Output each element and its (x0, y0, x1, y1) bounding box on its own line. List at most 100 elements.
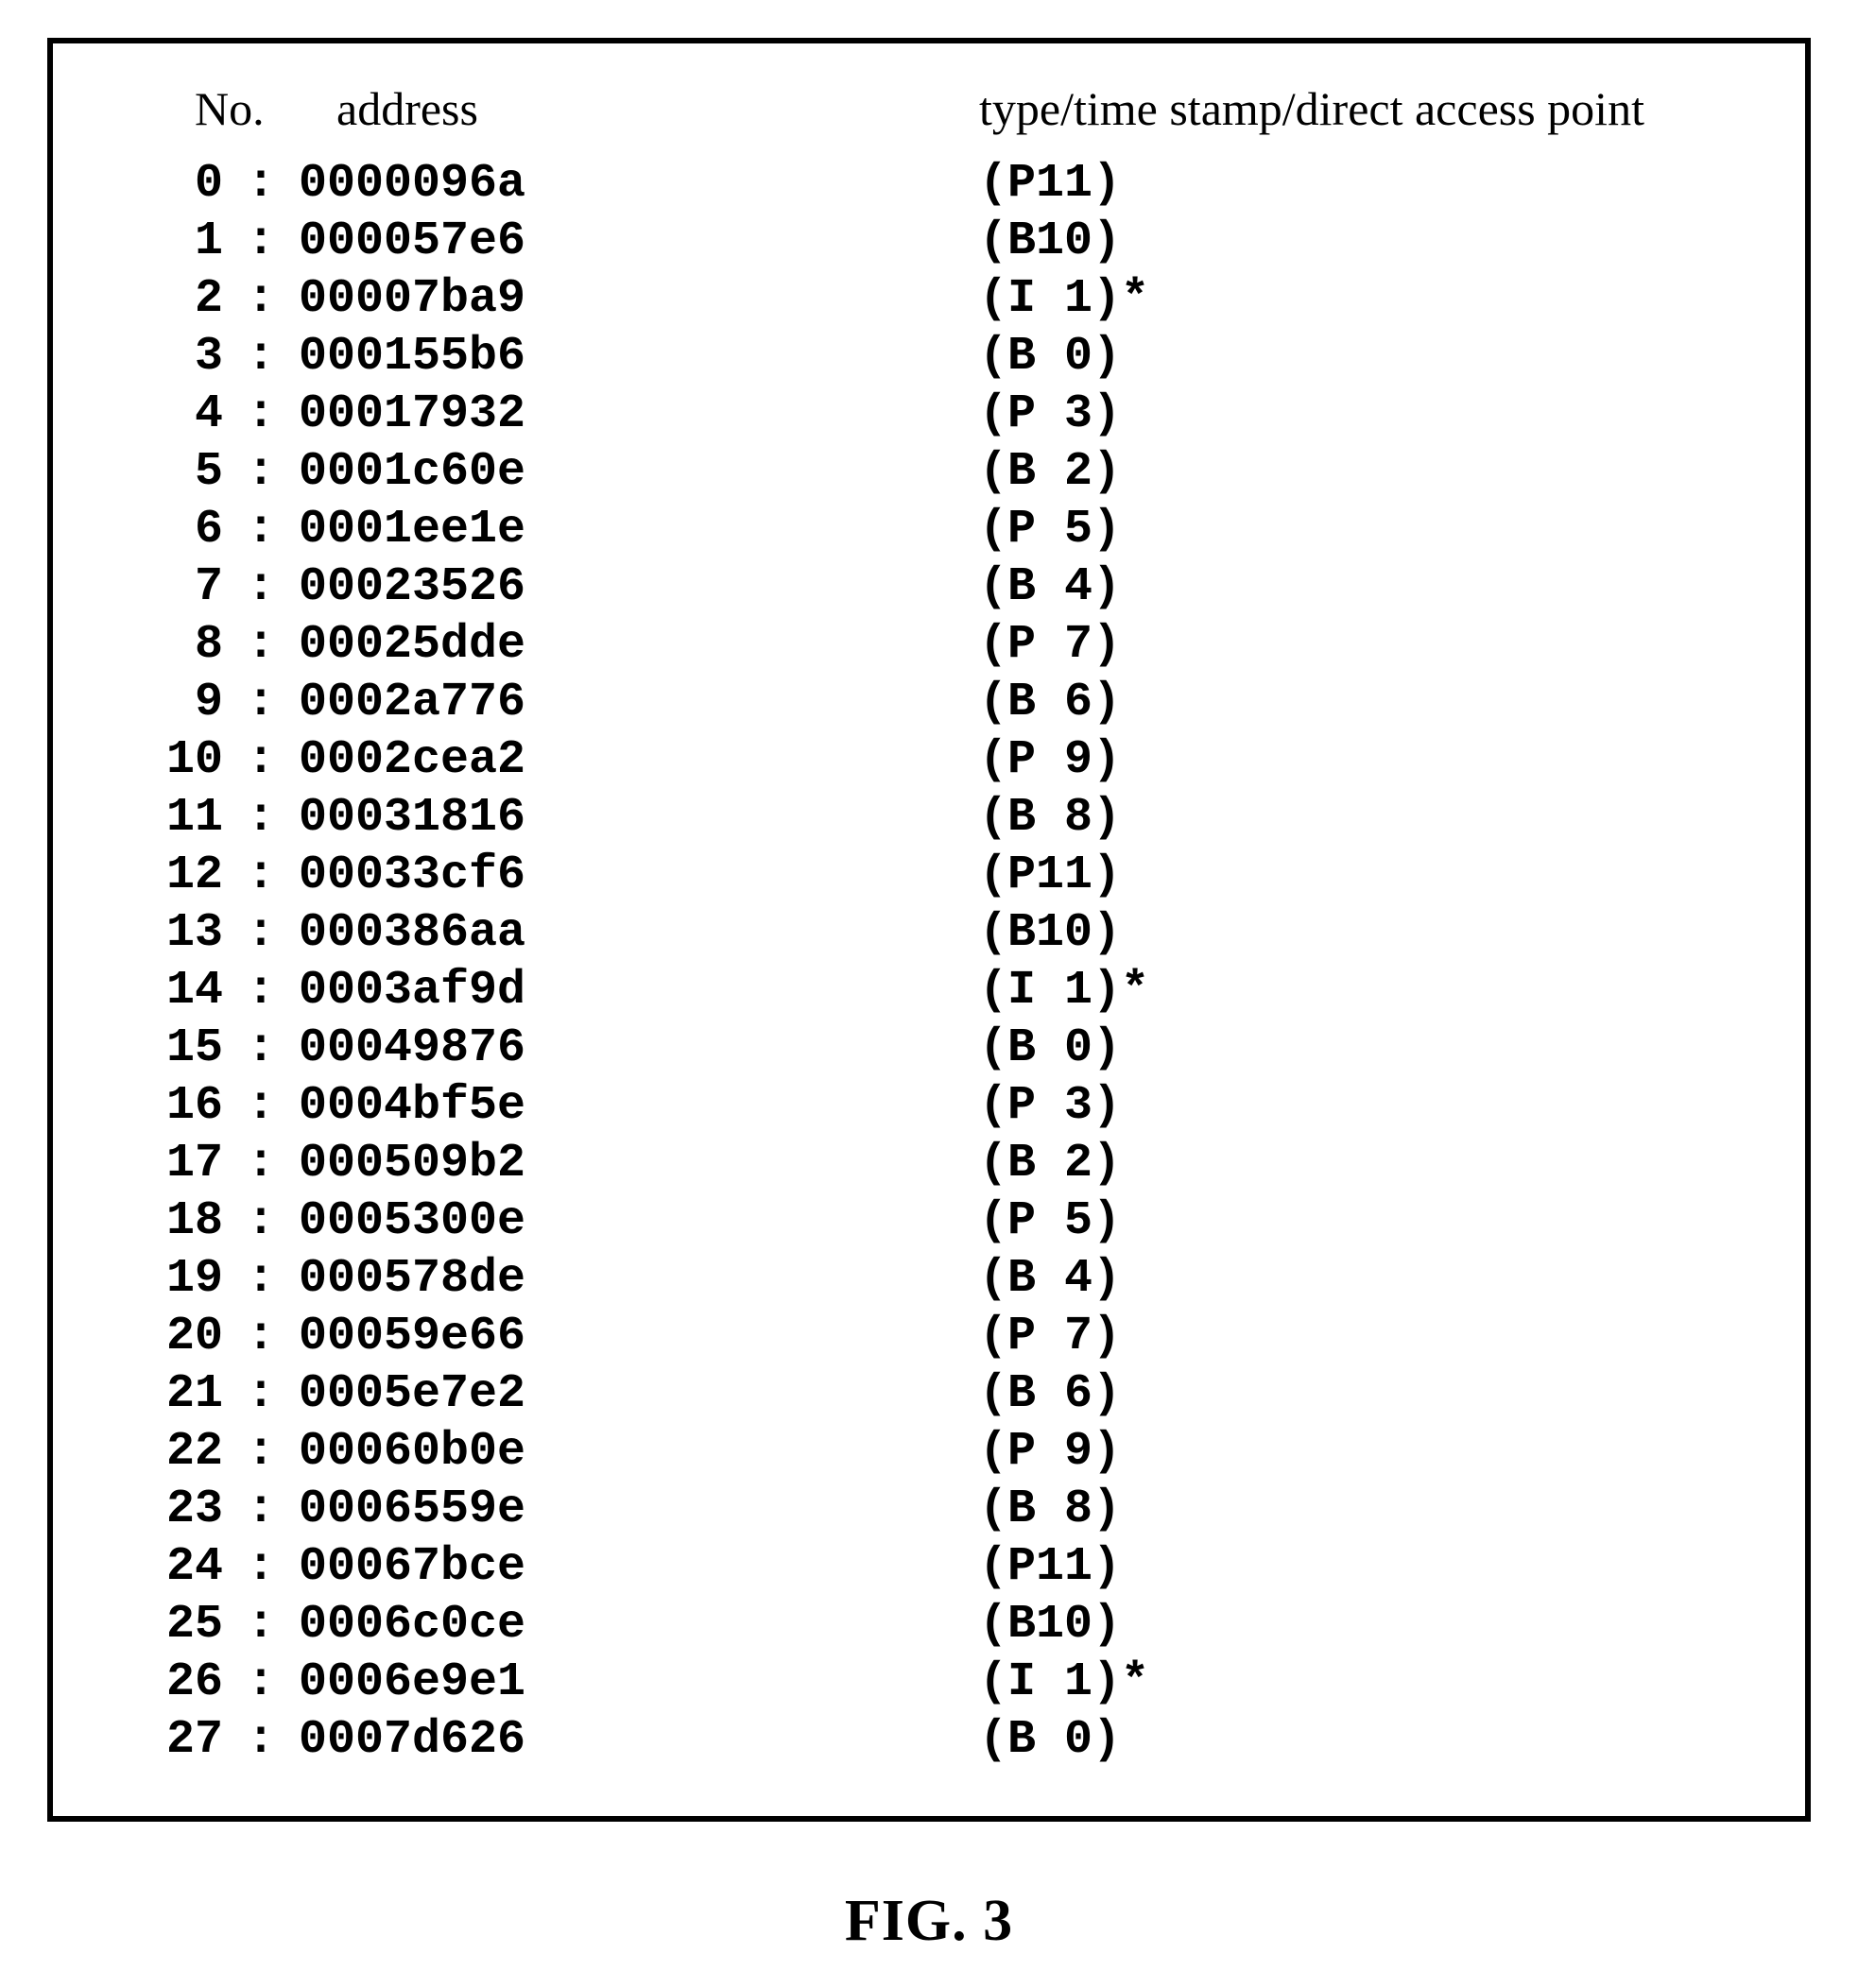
cell-no: 15 (91, 1020, 223, 1077)
table-row: 21:0005e7e2(B 6) (91, 1365, 1767, 1423)
table-row: 27:0007d626(B 0) (91, 1711, 1767, 1769)
table-row: 17:000509b2(B 2) (91, 1135, 1767, 1192)
separator: : (223, 962, 299, 1020)
table-row: 6:0001ee1e(P 5) (91, 501, 1767, 558)
cell-address: 00059e66 (299, 1308, 979, 1365)
cell-no: 1 (91, 213, 223, 270)
table-row: 11:00031816(B 8) (91, 789, 1767, 847)
cell-no: 8 (91, 616, 223, 674)
cell-no: 9 (91, 674, 223, 731)
cell-no: 2 (91, 270, 223, 328)
separator: : (223, 155, 299, 213)
cell-address: 00031816 (299, 789, 979, 847)
table-row: 14:0003af9d(I 1)* (91, 962, 1767, 1020)
table-row: 20:00059e66(P 7) (91, 1308, 1767, 1365)
table-row: 5:0001c60e(B 2) (91, 443, 1767, 501)
cell-info: (B 8) (979, 789, 1767, 847)
table-row: 15:00049876(B 0) (91, 1020, 1767, 1077)
cell-no: 18 (91, 1192, 223, 1250)
cell-no: 5 (91, 443, 223, 501)
listing-panel: No. address type/time stamp/direct acces… (47, 38, 1811, 1822)
cell-address: 000057e6 (299, 213, 979, 270)
cell-address: 0007d626 (299, 1711, 979, 1769)
cell-address: 000578de (299, 1250, 979, 1308)
cell-info: (B10) (979, 213, 1767, 270)
cell-address: 000509b2 (299, 1135, 979, 1192)
cell-info: (B 4) (979, 1250, 1767, 1308)
cell-info: (P 7) (979, 616, 1767, 674)
cell-no: 3 (91, 328, 223, 386)
cell-info: (P 9) (979, 1423, 1767, 1481)
separator: : (223, 328, 299, 386)
cell-address: 0004bf5e (299, 1077, 979, 1135)
table-row: 22:00060b0e(P 9) (91, 1423, 1767, 1481)
separator: : (223, 847, 299, 904)
separator: : (223, 1365, 299, 1423)
header-info: type/time stamp/direct access point (979, 81, 1767, 136)
separator: : (223, 443, 299, 501)
header-row: No. address type/time stamp/direct acces… (91, 81, 1767, 136)
cell-address: 00067bce (299, 1538, 979, 1596)
cell-address: 0006559e (299, 1481, 979, 1538)
cell-no: 10 (91, 731, 223, 789)
cell-no: 12 (91, 847, 223, 904)
cell-no: 27 (91, 1711, 223, 1769)
cell-no: 24 (91, 1538, 223, 1596)
cell-address: 0001ee1e (299, 501, 979, 558)
table-row: 13:000386aa(B10) (91, 904, 1767, 962)
separator: : (223, 1481, 299, 1538)
cell-info: (P 7) (979, 1308, 1767, 1365)
cell-address: 0001c60e (299, 443, 979, 501)
separator: : (223, 386, 299, 443)
cell-info: (B 6) (979, 1365, 1767, 1423)
cell-no: 4 (91, 386, 223, 443)
cell-address: 0000096a (299, 155, 979, 213)
cell-no: 19 (91, 1250, 223, 1308)
cell-info: (P 3) (979, 1077, 1767, 1135)
table-row: 24:00067bce(P11) (91, 1538, 1767, 1596)
table-row: 7:00023526(B 4) (91, 558, 1767, 616)
cell-no: 14 (91, 962, 223, 1020)
separator: : (223, 1538, 299, 1596)
cell-address: 0006c0ce (299, 1596, 979, 1654)
separator: : (223, 674, 299, 731)
separator: : (223, 789, 299, 847)
cell-address: 0002a776 (299, 674, 979, 731)
table-row: 26:0006e9e1(I 1)* (91, 1654, 1767, 1711)
cell-info: (B 4) (979, 558, 1767, 616)
table-row: 1:000057e6(B10) (91, 213, 1767, 270)
separator: : (223, 616, 299, 674)
cell-info: (B 2) (979, 1135, 1767, 1192)
separator: : (223, 501, 299, 558)
table-row: 0:0000096a(P11) (91, 155, 1767, 213)
table-row: 25:0006c0ce(B10) (91, 1596, 1767, 1654)
cell-no: 26 (91, 1654, 223, 1711)
separator: : (223, 904, 299, 962)
separator: : (223, 1711, 299, 1769)
header-address: address (336, 81, 979, 136)
table-row: 12:00033cf6(P11) (91, 847, 1767, 904)
cell-no: 6 (91, 501, 223, 558)
cell-address: 00060b0e (299, 1423, 979, 1481)
page: No. address type/time stamp/direct acces… (0, 0, 1858, 1988)
cell-info: (B 8) (979, 1481, 1767, 1538)
cell-info: (I 1)* (979, 270, 1767, 328)
table-row: 2:00007ba9(I 1)* (91, 270, 1767, 328)
cell-info: (P11) (979, 1538, 1767, 1596)
separator: : (223, 1250, 299, 1308)
table-row: 19:000578de(B 4) (91, 1250, 1767, 1308)
table-row: 18:0005300e(P 5) (91, 1192, 1767, 1250)
table-row: 9:0002a776(B 6) (91, 674, 1767, 731)
cell-info: (P 5) (979, 501, 1767, 558)
cell-no: 11 (91, 789, 223, 847)
cell-no: 20 (91, 1308, 223, 1365)
separator: : (223, 1654, 299, 1711)
cell-address: 0005300e (299, 1192, 979, 1250)
separator: : (223, 731, 299, 789)
separator: : (223, 1192, 299, 1250)
cell-no: 16 (91, 1077, 223, 1135)
separator: : (223, 558, 299, 616)
table-row: 10:0002cea2(P 9) (91, 731, 1767, 789)
separator: : (223, 1423, 299, 1481)
separator: : (223, 1135, 299, 1192)
